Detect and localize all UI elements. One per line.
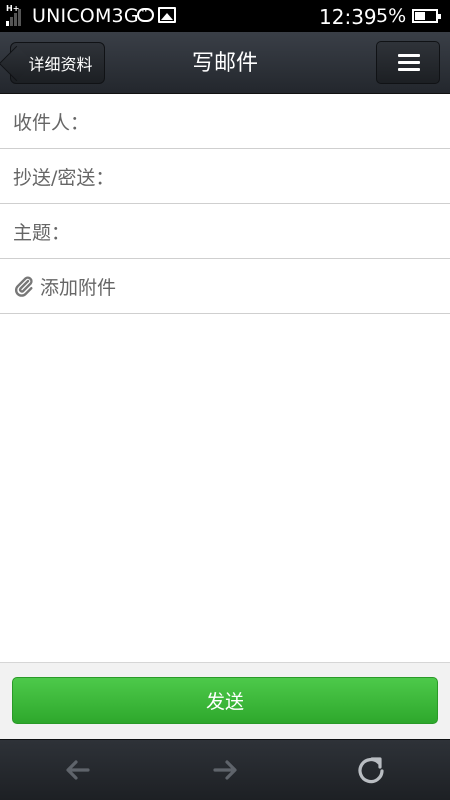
browser-nav-bar [0, 739, 450, 800]
back-button-label: 详细资料 [28, 55, 93, 74]
subject-field[interactable]: 主题： [0, 204, 450, 259]
forward-arrow-icon[interactable] [209, 754, 241, 786]
cc-bcc-field[interactable]: 抄送/密送： [0, 149, 450, 204]
email-body-input[interactable] [0, 314, 450, 662]
battery-icon [412, 9, 441, 23]
add-attachment-button[interactable]: 添加附件 [0, 259, 450, 314]
image-notification-icon [158, 7, 176, 23]
paperclip-icon [14, 276, 33, 297]
chat-notification-icon [137, 4, 154, 22]
clock: 12:39 [319, 5, 377, 29]
to-field[interactable]: 收件人： [0, 94, 450, 149]
battery-fill [415, 12, 425, 20]
signal-icon: H+ [6, 4, 26, 26]
menu-button[interactable] [376, 41, 440, 84]
send-button[interactable]: 发送 [12, 677, 438, 724]
battery-percentage: 5% [376, 5, 407, 27]
carrier-name: UNICOM3G [32, 5, 139, 27]
refresh-icon[interactable] [355, 754, 387, 786]
status-bar: H+ UNICOM3G 12:39 5% [0, 0, 450, 32]
cc-bcc-label: 抄送/密送： [13, 166, 115, 189]
to-label: 收件人： [13, 111, 90, 134]
add-attachment-label: 添加附件 [40, 276, 117, 299]
subject-label: 主题： [13, 221, 71, 244]
back-arrow-icon[interactable] [62, 754, 94, 786]
send-area: 发送 [0, 662, 450, 739]
title-bar: 详细资料 写邮件 [0, 32, 450, 94]
send-button-label: 发送 [205, 691, 244, 713]
